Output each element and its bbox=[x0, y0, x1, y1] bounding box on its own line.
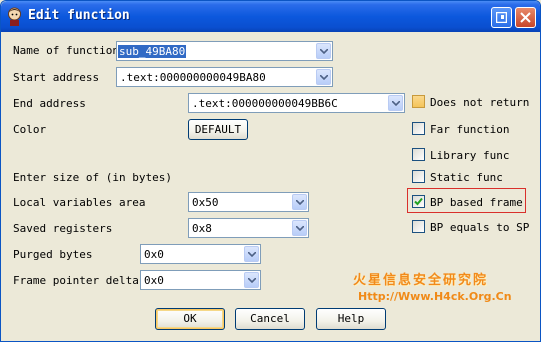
watermark-url: Http://Www.H4ck.Org.Cn bbox=[358, 290, 512, 303]
far-function-checkbox[interactable] bbox=[412, 122, 425, 135]
frame-pointer-delta-label: Frame pointer delta bbox=[13, 274, 139, 287]
purged-bytes-value: 0x0 bbox=[144, 248, 164, 261]
ok-button[interactable]: OK bbox=[155, 308, 225, 330]
local-variables-label: Local variables area bbox=[13, 196, 146, 209]
dropdown-arrow[interactable] bbox=[316, 69, 331, 85]
does-not-return-checkbox[interactable] bbox=[412, 95, 425, 108]
chevron-down-icon bbox=[296, 200, 304, 205]
color-default-button[interactable]: DEFAULT bbox=[188, 119, 248, 140]
dropdown-arrow[interactable] bbox=[292, 220, 307, 236]
dropdown-arrow[interactable] bbox=[388, 95, 403, 111]
dropdown-arrow[interactable] bbox=[244, 272, 259, 288]
chevron-down-icon bbox=[320, 75, 328, 80]
chevron-down-icon bbox=[248, 278, 256, 283]
saved-registers-value: 0x8 bbox=[192, 222, 212, 235]
app-icon bbox=[8, 7, 21, 26]
library-func-checkbox[interactable] bbox=[412, 148, 425, 161]
saved-registers-label: Saved registers bbox=[13, 222, 113, 235]
bp-based-frame-checkbox[interactable] bbox=[412, 195, 425, 208]
chevron-down-icon bbox=[296, 226, 304, 231]
frame-pointer-delta-value: 0x0 bbox=[144, 274, 164, 287]
start-address-value: .text:000000000049BA80 bbox=[120, 71, 266, 84]
bp-equals-sp-checkbox[interactable] bbox=[412, 220, 425, 233]
static-func-checkbox[interactable] bbox=[412, 170, 425, 183]
edit-function-dialog: Edit function Name of function sub_49BA8… bbox=[0, 0, 541, 342]
name-of-function-combo[interactable]: sub_49BA80 bbox=[116, 41, 333, 61]
dropdown-arrow[interactable] bbox=[316, 43, 331, 59]
end-address-label: End address bbox=[13, 97, 86, 110]
color-label: Color bbox=[13, 123, 47, 136]
local-variables-value: 0x50 bbox=[192, 196, 219, 209]
start-address-combo[interactable]: .text:000000000049BA80 bbox=[116, 67, 333, 87]
library-func-label: Library func bbox=[430, 149, 510, 162]
purged-bytes-label: Purged bytes bbox=[13, 248, 93, 261]
help-button[interactable]: Help bbox=[316, 308, 386, 330]
checkmark-icon bbox=[414, 197, 423, 206]
size-header: Enter size of (in bytes) bbox=[13, 171, 172, 184]
dropdown-arrow[interactable] bbox=[292, 194, 307, 210]
end-address-combo[interactable]: .text:000000000049BB6C bbox=[188, 93, 405, 113]
chevron-down-icon bbox=[248, 252, 256, 257]
cancel-button[interactable]: Cancel bbox=[235, 308, 305, 330]
window-title: Edit function bbox=[28, 8, 130, 23]
watermark-text: 火星信息安全研究院 bbox=[353, 273, 489, 288]
far-function-label: Far function bbox=[430, 123, 510, 136]
restore-button[interactable] bbox=[491, 7, 512, 28]
close-icon bbox=[520, 12, 531, 23]
static-func-label: Static func bbox=[430, 171, 503, 184]
bp-based-frame-label: BP based frame bbox=[430, 196, 523, 209]
saved-registers-combo[interactable]: 0x8 bbox=[188, 218, 309, 238]
bp-equals-sp-label: BP equals to SP bbox=[430, 221, 530, 234]
end-address-value: .text:000000000049BB6C bbox=[192, 97, 338, 110]
name-of-function-label: Name of function bbox=[13, 44, 119, 57]
local-variables-combo[interactable]: 0x50 bbox=[188, 192, 309, 212]
dropdown-arrow[interactable] bbox=[244, 246, 259, 262]
chevron-down-icon bbox=[320, 49, 328, 54]
start-address-label: Start address bbox=[13, 71, 100, 84]
name-of-function-value: sub_49BA80 bbox=[118, 45, 187, 58]
frame-pointer-delta-combo[interactable]: 0x0 bbox=[140, 270, 261, 290]
chevron-down-icon bbox=[392, 101, 400, 106]
does-not-return-label: Does not return bbox=[430, 96, 530, 109]
purged-bytes-combo[interactable]: 0x0 bbox=[140, 244, 261, 264]
title-bar[interactable]: Edit function bbox=[1, 1, 540, 32]
restore-icon bbox=[495, 11, 508, 24]
close-button[interactable] bbox=[515, 7, 536, 28]
